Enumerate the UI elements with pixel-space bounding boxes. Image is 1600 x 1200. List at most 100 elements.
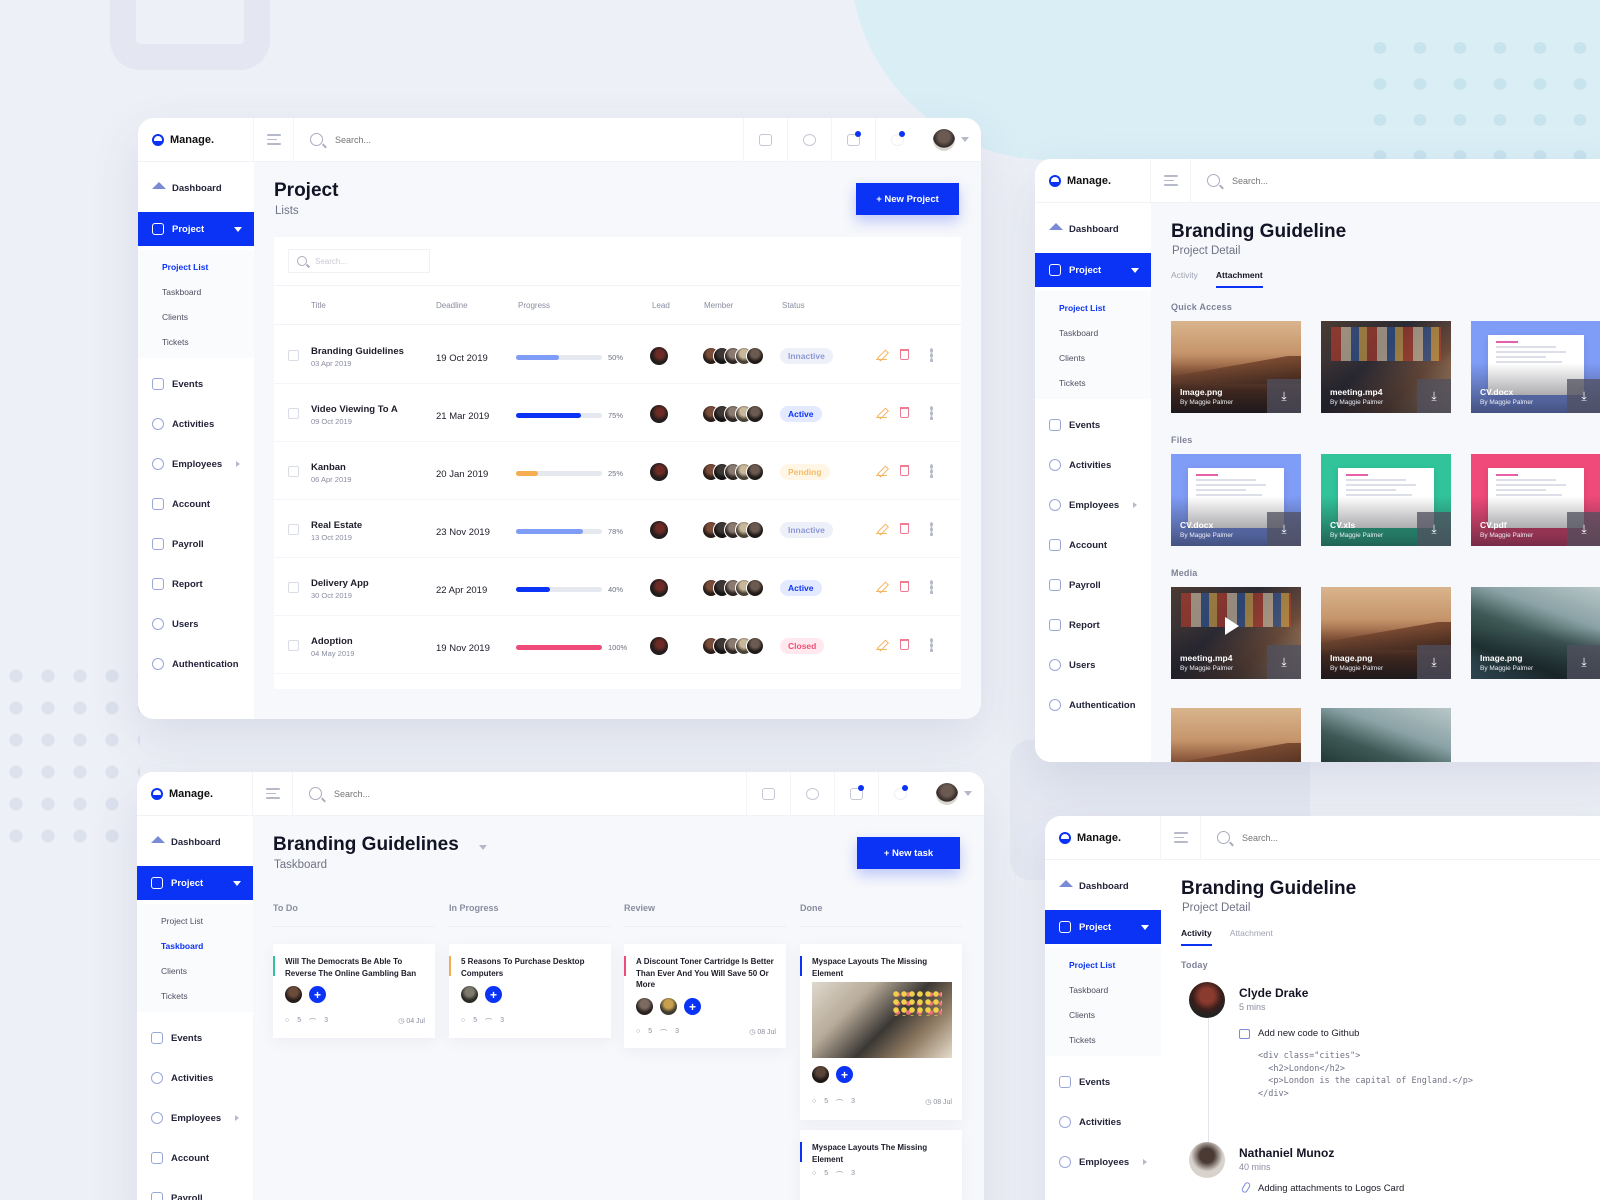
lead-avatar[interactable] [650, 521, 668, 539]
sidebar-item-activities[interactable]: Activities [137, 1058, 253, 1098]
subnav-clients[interactable]: Clients [1035, 345, 1151, 370]
search-input[interactable] [1232, 175, 1352, 186]
sidebar-item-payroll[interactable]: Payroll [138, 524, 254, 564]
more-icon[interactable] [930, 638, 933, 652]
column-header[interactable]: Member [704, 301, 733, 310]
sidebar-item-events[interactable]: Events [137, 1018, 253, 1058]
download-icon[interactable] [1567, 379, 1600, 413]
task-card[interactable]: Will The Democrats Be Able To Reverse Th… [273, 944, 435, 1038]
subnav-taskboard[interactable]: Taskboard [137, 933, 253, 958]
table-row[interactable]: Adoption 04 May 2019 19 Nov 2019 100% Closed [274, 616, 961, 674]
sidebar-item-employees[interactable]: Employees [1035, 485, 1151, 525]
subnav-clients[interactable]: Clients [138, 304, 254, 329]
tab-activity[interactable]: Activity [1171, 270, 1198, 288]
sidebar-item-report[interactable]: Report [1035, 605, 1151, 645]
attachment-tile[interactable]: CV.docx By Maggie Palmer [1471, 321, 1600, 413]
row-checkbox[interactable] [288, 640, 299, 651]
edit-icon[interactable] [876, 523, 887, 534]
avatar[interactable] [936, 782, 958, 805]
download-icon[interactable] [1567, 512, 1600, 546]
sidebar-item-users[interactable]: Users [1035, 645, 1151, 685]
tab-attachment[interactable]: Attachment [1230, 928, 1273, 946]
subnav-clients[interactable]: Clients [137, 958, 253, 983]
lead-avatar[interactable] [650, 405, 668, 423]
download-icon[interactable] [1267, 512, 1301, 546]
table-row[interactable]: Real Estate 13 Oct 2019 23 Nov 2019 78% Inna… [274, 500, 961, 558]
subnav-tickets[interactable]: Tickets [137, 983, 253, 1008]
sidebar-item-payroll[interactable]: Payroll [137, 1178, 253, 1200]
calendar-icon[interactable] [746, 772, 790, 816]
chat-icon[interactable] [787, 118, 831, 162]
download-icon[interactable] [1417, 512, 1451, 546]
member-avatars[interactable] [702, 463, 764, 481]
sidebar-item-events[interactable]: Events [1045, 1062, 1161, 1102]
sidebar-item-account[interactable]: Account [138, 484, 254, 524]
lead-avatar[interactable] [650, 637, 668, 655]
task-card[interactable]: A Discount Toner Cartridge Is Better Tha… [624, 944, 786, 1048]
chat-icon[interactable] [790, 772, 834, 816]
add-member-button[interactable]: + [309, 986, 326, 1003]
top-search[interactable] [1191, 159, 1600, 203]
attachment-tile[interactable]: CV.xls By Maggie Palmer [1321, 454, 1451, 546]
table-row[interactable]: Kanban 06 Apr 2019 20 Jan 2019 25% Pending [274, 442, 961, 500]
menu-icon[interactable] [1161, 816, 1201, 860]
sidebar-item-authentication[interactable]: Authentication [138, 644, 254, 684]
column-header[interactable]: Status [782, 301, 805, 310]
bell-icon[interactable] [878, 772, 922, 816]
calendar-icon[interactable] [743, 118, 787, 162]
lead-avatar[interactable] [650, 347, 668, 365]
logo[interactable]: Manage. [137, 772, 253, 816]
sidebar-item-activities[interactable]: Activities [1045, 1102, 1161, 1142]
search-input[interactable] [334, 788, 454, 799]
subnav-tickets[interactable]: Tickets [1045, 1027, 1161, 1052]
sidebar-item-events[interactable]: Events [1035, 405, 1151, 445]
add-member-button[interactable]: + [836, 1066, 853, 1083]
avatar[interactable] [933, 128, 955, 151]
subnav-project-list[interactable]: Project List [138, 254, 254, 279]
chevron-down-icon[interactable] [479, 845, 487, 850]
lead-avatar[interactable] [650, 579, 668, 597]
subnav-project-list[interactable]: Project List [1045, 952, 1161, 977]
attachment-tile[interactable]: meeting.mp4 By Maggie Palmer [1171, 587, 1301, 679]
lead-avatar[interactable] [650, 463, 668, 481]
table-row[interactable]: Video Viewing To A 09 Oct 2019 21 Mar 2019… [274, 384, 961, 442]
sidebar-item-project[interactable]: Project [1045, 910, 1161, 944]
edit-icon[interactable] [876, 581, 887, 592]
top-search[interactable] [294, 118, 743, 162]
column-header[interactable]: Deadline [436, 301, 468, 310]
download-icon[interactable] [1417, 645, 1451, 679]
task-card[interactable]: Myspace Layouts The Missing Element + ○ 5… [800, 944, 962, 1120]
attachment-tile[interactable]: Image.png By Maggie Palmer [1171, 321, 1301, 413]
table-row[interactable]: Delivery App 30 Oct 2019 22 Apr 2019 40% Act… [274, 558, 961, 616]
member-avatars[interactable] [702, 521, 764, 539]
trash-icon[interactable] [900, 407, 909, 418]
sidebar-item-activities[interactable]: Activities [138, 404, 254, 444]
mail-icon[interactable] [831, 118, 875, 162]
media-tile[interactable] [1171, 708, 1301, 762]
sidebar-item-dashboard[interactable]: Dashboard [138, 168, 254, 208]
subnav-tickets[interactable]: Tickets [138, 329, 254, 354]
new-project-button[interactable]: + New Project [856, 183, 959, 215]
column-header[interactable]: Title [311, 301, 326, 310]
sidebar-item-account[interactable]: Account [137, 1138, 253, 1178]
menu-icon[interactable] [1151, 159, 1191, 203]
subnav-project-list[interactable]: Project List [137, 908, 253, 933]
more-icon[interactable] [930, 580, 933, 594]
sidebar-item-project[interactable]: Project [137, 866, 253, 900]
sidebar-item-employees[interactable]: Employees [1045, 1142, 1161, 1182]
attachment-tile[interactable]: meeting.mp4 By Maggie Palmer [1321, 321, 1451, 413]
sidebar-item-report[interactable]: Report [138, 564, 254, 604]
download-icon[interactable] [1567, 645, 1600, 679]
sidebar-item-project[interactable]: Project [138, 212, 254, 246]
logo[interactable]: Manage. [1035, 159, 1151, 203]
table-search-input[interactable]: Search... [288, 249, 430, 273]
row-checkbox[interactable] [288, 408, 299, 419]
task-card[interactable]: Myspace Layouts The Missing Element ○ 5 ⌒ 3 [800, 1130, 962, 1200]
attachment-tile[interactable]: Image.png By Maggie Palmer [1471, 587, 1600, 679]
menu-icon[interactable] [254, 118, 294, 162]
more-icon[interactable] [930, 522, 933, 536]
subnav-taskboard[interactable]: Taskboard [1045, 977, 1161, 1002]
column-header[interactable]: Lead [652, 301, 670, 310]
mail-icon[interactable] [834, 772, 878, 816]
member-avatars[interactable] [702, 637, 764, 655]
